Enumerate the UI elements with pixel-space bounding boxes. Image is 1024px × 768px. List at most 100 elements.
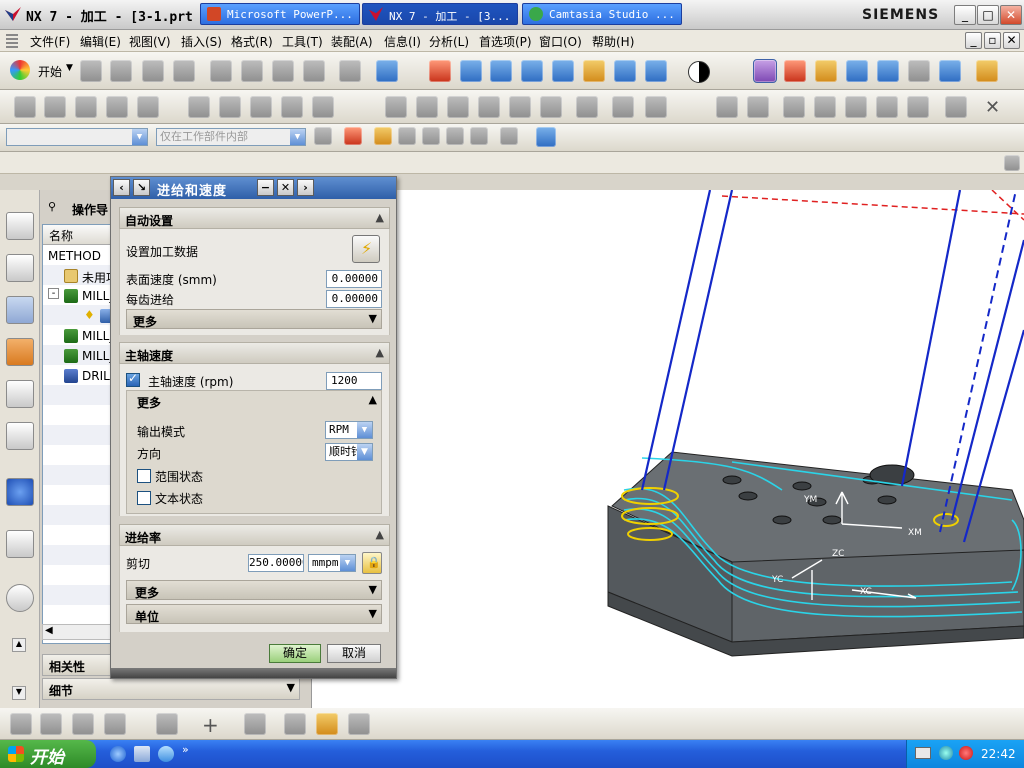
arc-tool-icon[interactable]	[244, 713, 266, 735]
dialog-forward-icon[interactable]: ›	[297, 179, 314, 196]
expand-chevron-icon[interactable]: ▼	[369, 607, 377, 620]
collapse-icon[interactable]: ▲	[376, 346, 384, 359]
snap-quad-icon[interactable]	[446, 127, 464, 145]
dialog-close-icon[interactable]: ✕	[277, 179, 294, 196]
create-tool-icon[interactable]	[44, 96, 66, 118]
copy-icon[interactable]	[241, 60, 263, 82]
replay-icon[interactable]	[219, 96, 241, 118]
feed-per-tooth-input[interactable]: 0.00000	[326, 290, 382, 308]
sync-tool-icon[interactable]	[156, 713, 178, 735]
create-method-icon[interactable]	[106, 96, 128, 118]
datum-tool-icon[interactable]	[284, 713, 306, 735]
rotate-icon[interactable]	[552, 60, 574, 82]
pattern-tool-icon[interactable]	[104, 713, 126, 735]
menu-insert[interactable]: 插入(S)	[181, 33, 222, 50]
filter-icon[interactable]	[314, 127, 332, 145]
recording-icon[interactable]	[959, 746, 973, 760]
pocket-icon[interactable]	[783, 96, 805, 118]
simulate-icon[interactable]	[877, 60, 899, 82]
collapse-icon[interactable]: ▲	[376, 528, 384, 541]
snap-mid-icon[interactable]	[398, 127, 416, 145]
spindle-more-row[interactable]: 更多 ▲	[127, 391, 381, 411]
view-cube-icon[interactable]	[645, 60, 667, 82]
edit-object-icon[interactable]	[540, 96, 562, 118]
start-dropdown-icon[interactable]: ▼	[66, 63, 73, 73]
task-nx[interactable]: NX 7 - 加工 - [3...	[362, 3, 518, 25]
feeds-icon[interactable]	[478, 96, 500, 118]
csys-icon[interactable]	[784, 60, 806, 82]
resource-scroll-down-icon[interactable]: ▼	[12, 686, 26, 700]
pan-icon[interactable]	[583, 60, 605, 82]
create-operation-icon[interactable]	[137, 96, 159, 118]
plus-icon[interactable]: +	[202, 713, 219, 737]
quicklaunch-app-icon[interactable]	[134, 746, 150, 762]
assembly-tool-icon[interactable]	[316, 713, 338, 735]
lock-button[interactable]: 🔒	[362, 552, 382, 574]
menu-analysis[interactable]: 分析(L)	[429, 33, 469, 50]
reuse-library-icon[interactable]	[6, 422, 34, 450]
section-details[interactable]: 细节 ▼	[42, 678, 300, 700]
expand-icon[interactable]: -	[48, 288, 59, 299]
render-style-icon[interactable]	[688, 61, 710, 83]
measure-icon[interactable]	[976, 60, 998, 82]
minimize-button[interactable]: _	[954, 5, 976, 25]
surface-speed-input[interactable]: 0.00000	[326, 270, 382, 288]
close-button[interactable]: ✕	[1000, 5, 1022, 25]
shop-doc-icon[interactable]	[416, 96, 438, 118]
postprocess-icon[interactable]	[385, 96, 407, 118]
menu-preferences[interactable]: 首选项(P)	[479, 33, 532, 50]
curve-tool-icon[interactable]	[40, 713, 62, 735]
direction-select[interactable]: 顺时针 ▼	[325, 443, 373, 461]
text-status-checkbox[interactable]	[137, 491, 151, 505]
verify-icon[interactable]	[846, 60, 868, 82]
menu-help[interactable]: 帮助(H)	[592, 33, 634, 50]
select-tool-icon[interactable]	[939, 60, 961, 82]
dialog-resize-grip[interactable]	[111, 668, 396, 678]
transform-icon[interactable]	[612, 96, 634, 118]
resource-scroll-up-icon[interactable]: ▲	[12, 638, 26, 652]
toolpath-icon[interactable]	[815, 60, 837, 82]
feed-more-row[interactable]: 更多 ▼	[126, 580, 382, 600]
new-icon[interactable]	[80, 60, 102, 82]
section-spindle-speed[interactable]: 主轴速度 ▲	[119, 342, 390, 364]
set-data-button[interactable]: ⚡	[352, 235, 380, 263]
boss-icon[interactable]	[814, 96, 836, 118]
graphics-window[interactable]: YM XM ZC YC XC	[312, 190, 1024, 708]
delete-icon[interactable]	[303, 60, 325, 82]
sketch-tool-icon[interactable]	[10, 713, 32, 735]
menu-view[interactable]: 视图(V)	[129, 33, 171, 50]
navigator-pin-icon[interactable]: ⚲	[48, 200, 56, 213]
assembly-navigator-icon[interactable]	[6, 212, 34, 240]
history-icon[interactable]	[6, 584, 34, 612]
snap-end-icon[interactable]	[374, 127, 392, 145]
create-geometry-icon[interactable]	[75, 96, 97, 118]
dialog-title-bar[interactable]: ‹ ↘ 进给和速度 − ✕ ›	[111, 177, 396, 199]
print-icon[interactable]	[173, 60, 195, 82]
menu-tools[interactable]: 工具(T)	[282, 33, 323, 50]
tool-library-icon[interactable]	[6, 380, 34, 408]
constraint-navigator-icon[interactable]	[6, 254, 34, 282]
magnify-icon[interactable]	[521, 60, 543, 82]
snap-intersect-icon[interactable]	[470, 127, 488, 145]
selection-icon[interactable]	[376, 60, 398, 82]
menu-info[interactable]: 信息(I)	[384, 33, 421, 50]
menu-edit[interactable]: 编辑(E)	[80, 33, 121, 50]
fit-icon[interactable]	[429, 60, 451, 82]
operation-navigator-icon[interactable]	[6, 296, 34, 324]
extrude-icon[interactable]	[876, 96, 898, 118]
network-icon[interactable]	[939, 746, 953, 760]
block-icon[interactable]	[945, 96, 967, 118]
doc-minimize-button[interactable]: _	[965, 32, 982, 49]
auto-more-row[interactable]: 更多 ▼	[126, 309, 382, 329]
type-filter-select[interactable]: ▼	[6, 128, 148, 146]
scroll-left-icon[interactable]: ◀	[45, 625, 53, 636]
range-status-checkbox[interactable]	[137, 469, 151, 483]
sketch-icon[interactable]	[845, 96, 867, 118]
chevron-down-icon[interactable]: ▼	[287, 681, 295, 694]
close-toolbar-icon[interactable]: ✕	[985, 97, 1000, 118]
cut-unit-select[interactable]: mmpm ▼	[308, 554, 356, 572]
component-tool-icon[interactable]	[348, 713, 370, 735]
dialog-minimize-icon[interactable]: −	[257, 179, 274, 196]
expand-chevron-icon[interactable]: ▼	[369, 583, 377, 596]
menu-file[interactable]: 文件(F)	[30, 33, 70, 50]
